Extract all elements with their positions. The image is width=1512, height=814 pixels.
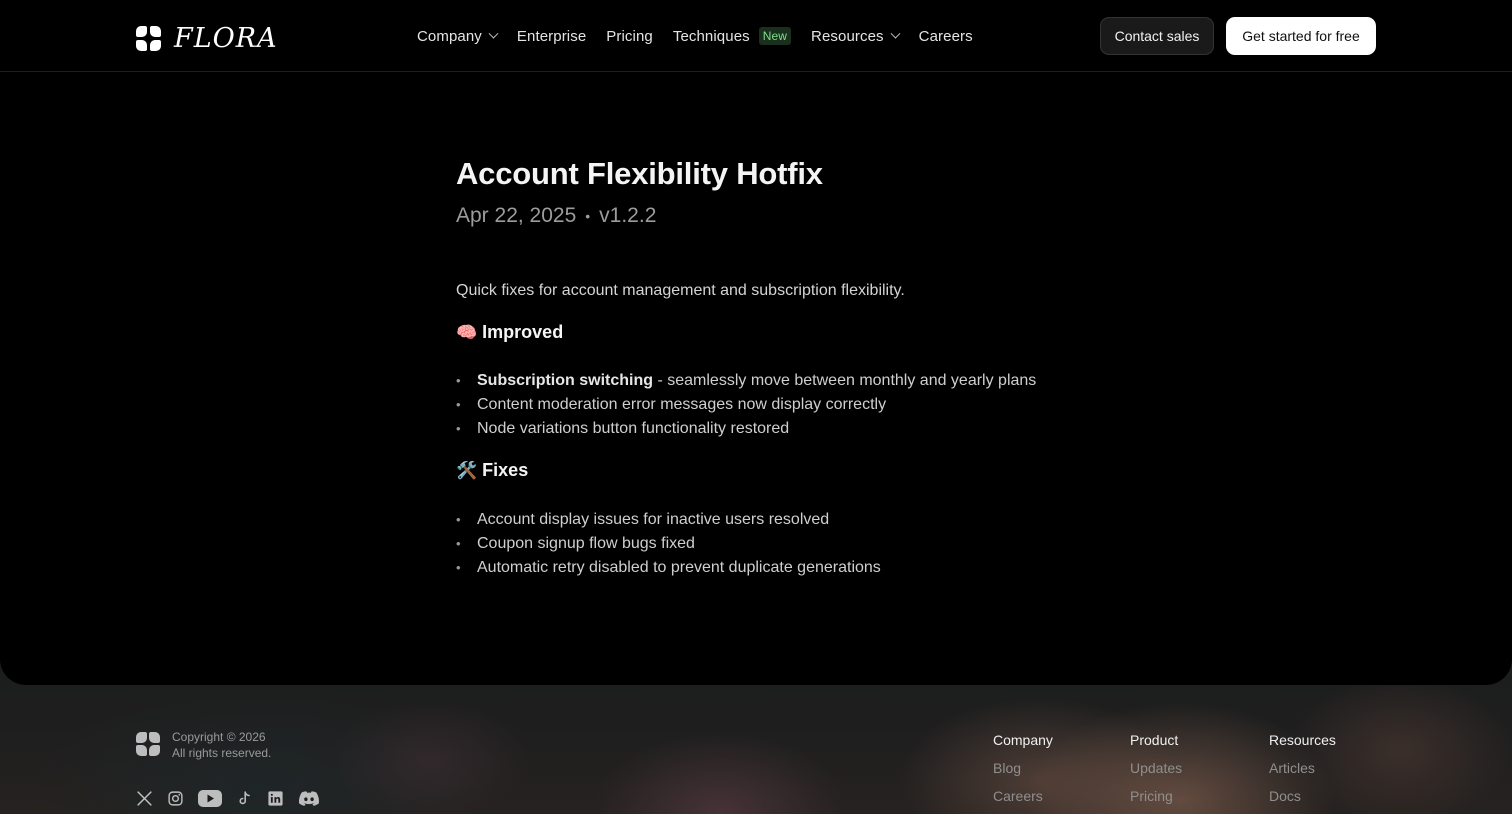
- footer-link-careers[interactable]: Careers: [993, 788, 1053, 804]
- release-date: Apr 22, 2025: [456, 204, 577, 227]
- nav-item-careers[interactable]: Careers: [919, 28, 973, 45]
- copyright-text: Copyright © 2026: [172, 730, 266, 744]
- nav-item-label: Resources: [811, 27, 884, 45]
- chevron-down-icon: [488, 28, 499, 39]
- youtube-icon[interactable]: [198, 790, 222, 807]
- nav-item-label: Pricing: [606, 27, 653, 45]
- meta-separator: •: [585, 208, 591, 224]
- chevron-down-icon: [890, 28, 901, 39]
- footer-link-docs[interactable]: Docs: [1269, 788, 1336, 804]
- fixes-list: Account display issues for inactive user…: [456, 508, 1076, 580]
- social-links: [136, 790, 334, 807]
- list-item: Subscription switching - seamlessly move…: [456, 369, 1076, 393]
- version-label: v1.2.2: [599, 204, 657, 227]
- nav-item-label: Company: [417, 27, 482, 45]
- nav-item-pricing[interactable]: Pricing: [606, 28, 653, 45]
- article-content: Account Flexibility Hotfix Apr 22, 2025 …: [456, 156, 1076, 580]
- footer-link-blog[interactable]: Blog: [993, 760, 1053, 776]
- footer-column-heading: Resources: [1269, 732, 1336, 748]
- nav-item-resources[interactable]: Resources: [811, 27, 901, 45]
- article-title: Account Flexibility Hotfix: [456, 156, 823, 191]
- tools-icon: 🛠️: [456, 460, 478, 480]
- top-nav: FLORA Company Enterprise Pricing Techniq…: [0, 0, 1512, 72]
- rights-text: All rights reserved.: [172, 746, 272, 760]
- section-heading-label: Improved: [482, 322, 564, 342]
- footer-column-company: Company Blog Careers: [993, 732, 1053, 804]
- article-intro: Quick fixes for account management and s…: [456, 282, 905, 299]
- instagram-icon[interactable]: [167, 790, 184, 807]
- flora-logo[interactable]: FLORA: [136, 23, 278, 54]
- footer-column-product: Product Updates Pricing: [1130, 732, 1182, 804]
- nav-item-enterprise[interactable]: Enterprise: [517, 28, 586, 45]
- footer-link-updates[interactable]: Updates: [1130, 760, 1182, 776]
- fixes-heading: 🛠️ Fixes: [456, 460, 1076, 481]
- item-text: Node variations button functionality res…: [477, 420, 790, 437]
- footer-link-articles[interactable]: Articles: [1269, 760, 1336, 776]
- main-menu: Company Enterprise Pricing Techniques Ne…: [417, 0, 993, 72]
- copyright-block: Copyright © 2026 All rights reserved.: [172, 729, 271, 761]
- linkedin-icon[interactable]: [267, 790, 284, 807]
- nav-item-label: Enterprise: [516, 27, 587, 45]
- new-badge: New: [758, 27, 792, 45]
- flora-wordmark: FLORA: [174, 23, 278, 54]
- flora-logo-mark-icon[interactable]: [136, 732, 160, 756]
- list-item: Content moderation error messages now di…: [456, 393, 1076, 417]
- footer-column-resources: Resources Articles Docs: [1269, 732, 1336, 804]
- nav-item-company[interactable]: Company: [417, 27, 499, 45]
- footer-column-heading: Company: [993, 732, 1053, 748]
- discord-icon[interactable]: [298, 790, 320, 807]
- footer-column-heading: Product: [1130, 732, 1179, 748]
- improved-list: Subscription switching - seamlessly move…: [456, 369, 1076, 441]
- contact-sales-button[interactable]: Contact sales: [1100, 17, 1214, 55]
- changelog-article: Account Flexibility Hotfix Apr 22, 2025 …: [0, 72, 1512, 685]
- list-item: Node variations button functionality res…: [456, 417, 1076, 441]
- list-item: Account display issues for inactive user…: [456, 508, 1076, 532]
- nav-item-techniques[interactable]: Techniques New: [672, 27, 792, 45]
- item-text: - seamlessly move between monthly and ye…: [653, 372, 1037, 389]
- item-bold: Subscription switching: [477, 372, 654, 389]
- footer-link-pricing[interactable]: Pricing: [1130, 788, 1182, 804]
- article-meta: Apr 22, 2025 • v1.2.2: [456, 204, 1076, 228]
- list-item: Coupon signup flow bugs fixed: [456, 532, 1076, 556]
- brain-icon: 🧠: [456, 322, 478, 342]
- improved-heading: 🧠 Improved: [456, 322, 1076, 343]
- flora-logo-mark-icon: [136, 26, 161, 51]
- list-item: Automatic retry disabled to prevent dupl…: [456, 556, 1076, 580]
- item-text: Content moderation error messages now di…: [477, 396, 887, 413]
- nav-item-label: Careers: [918, 27, 973, 45]
- section-heading-label: Fixes: [482, 460, 529, 480]
- tiktok-icon[interactable]: [236, 790, 253, 807]
- x-icon[interactable]: [136, 790, 153, 807]
- nav-item-label: Techniques: [672, 27, 750, 45]
- get-started-button[interactable]: Get started for free: [1226, 17, 1376, 55]
